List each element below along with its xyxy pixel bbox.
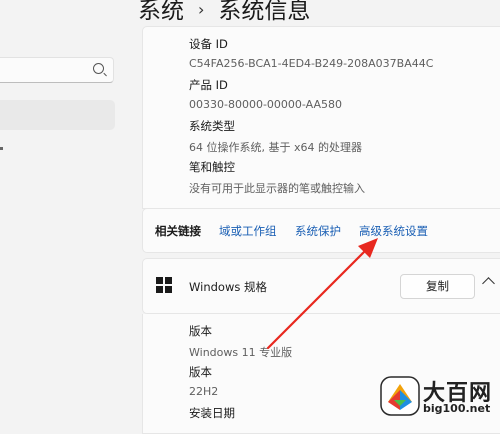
red-arrow-annotation [266, 238, 378, 350]
watermark-url: big100.net [423, 402, 491, 415]
watermark: 大百网 big100.net [380, 376, 498, 422]
watermark-logo-icon [380, 376, 420, 416]
